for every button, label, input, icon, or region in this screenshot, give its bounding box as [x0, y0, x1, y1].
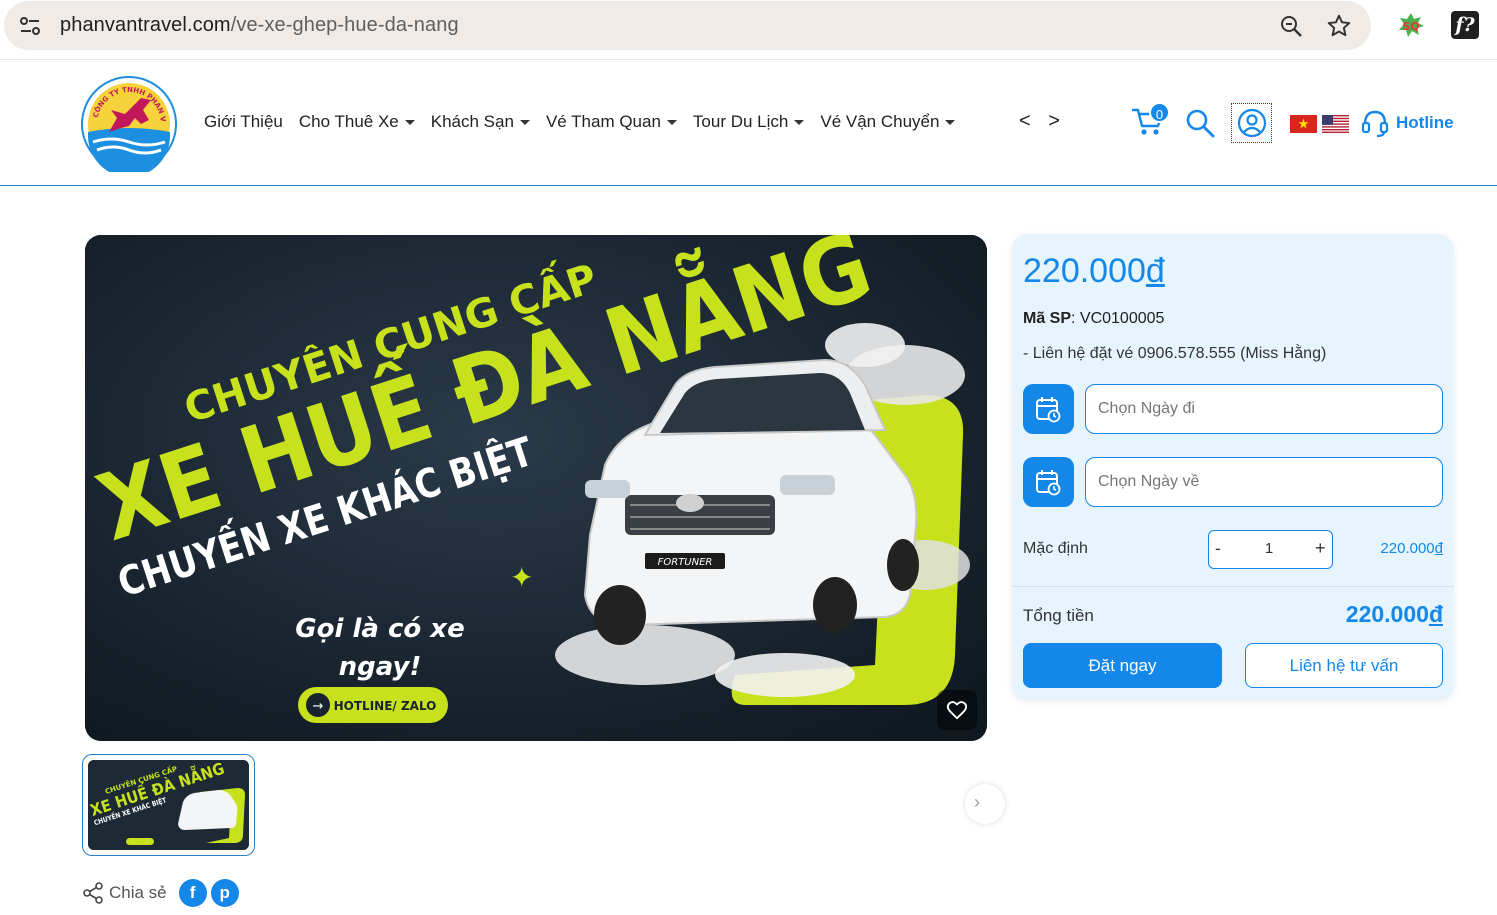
total-value: 220.000đ: [1346, 601, 1443, 628]
contact-consult-button[interactable]: Liên hệ tư vấn: [1245, 643, 1443, 688]
hotline-link[interactable]: Hotline: [1360, 108, 1454, 138]
nav-item-gioi-thieu[interactable]: Giới Thiệu: [204, 112, 283, 132]
booking-panel: 220.000đ Mã SP: VC0100005 - Liên hệ đặt …: [1012, 234, 1454, 700]
nav-item-ve-tham-quan[interactable]: Vé Tham Quan: [546, 112, 677, 132]
thumbnail-1[interactable]: CHUYÊN CUNG CẤP XE HUẾ ĐÀ NẴNG CHUYẾN XE…: [82, 754, 255, 856]
depart-calendar-button[interactable]: [1023, 384, 1074, 434]
search-icon[interactable]: [1185, 108, 1215, 138]
extension-icon[interactable]: SQ: [1397, 11, 1425, 39]
return-date-input[interactable]: [1085, 457, 1443, 507]
nav-item-khach-san[interactable]: Khách Sạn: [431, 112, 530, 132]
address-bar[interactable]: phanvantravel.com/ve-xe-ghep-hue-da-nang: [4, 1, 1371, 50]
caret-down-icon: [945, 119, 956, 125]
product-main-image[interactable]: FORTUNER ✦ CHUYÊN CUNG CẤP XE HUẾ ĐÀ NẴN…: [85, 235, 987, 741]
banner-cta: Gọi là có xe: [295, 614, 464, 644]
divider: [1012, 586, 1454, 587]
contact-note: - Liên hệ đặt vé 0906.578.555 (Miss Hằng…: [1023, 345, 1327, 362]
svg-text:→: →: [313, 699, 324, 714]
account-button[interactable]: [1231, 103, 1272, 143]
url-host: phanvantravel.com: [60, 14, 231, 36]
share-icon: [83, 882, 103, 904]
vietnam-flag-icon[interactable]: [1290, 115, 1317, 133]
headset-icon: [1361, 110, 1389, 138]
nav-item-ve-van-chuyen[interactable]: Vé Vận Chuyển: [820, 112, 956, 132]
quantity-increase-button[interactable]: +: [1315, 538, 1326, 559]
calendar-icon: [1036, 397, 1061, 423]
user-icon: [1237, 108, 1267, 138]
total-amount: 220.000: [1345, 601, 1429, 627]
banner-cta2: ngay!: [339, 652, 422, 682]
quantity-decrease-button[interactable]: -: [1215, 539, 1221, 559]
depart-date-input[interactable]: [1085, 384, 1443, 434]
nav-label: Giới Thiệu: [204, 112, 283, 131]
banner-graphic: FORTUNER ✦ CHUYÊN CUNG CẤP XE HUẾ ĐÀ NẴN…: [85, 235, 987, 741]
svg-text:SQ: SQ: [1402, 20, 1419, 33]
heart-icon: [946, 701, 968, 720]
nav-label: Khách Sạn: [430, 112, 514, 131]
thumbnail-image: CHUYÊN CUNG CẤP XE HUẾ ĐÀ NẴNG CHUYẾN XE…: [88, 760, 249, 850]
chevron-right-icon: ›: [974, 792, 980, 812]
zoom-icon[interactable]: [1279, 14, 1303, 38]
sku-value: : VC0100005: [1071, 310, 1165, 327]
cart-count-badge: 0: [1149, 102, 1170, 123]
product-sku: Mã SP: VC0100005: [1023, 310, 1164, 328]
caret-down-icon: [666, 119, 677, 125]
caret-down-icon: [519, 119, 530, 125]
svg-text:✦: ✦: [510, 561, 533, 594]
nav-label: Tour Du Lịch: [692, 112, 789, 131]
main-nav: Giới Thiệu Cho Thuê Xe Khách Sạn Vé Tham…: [204, 112, 971, 132]
book-now-button[interactable]: Đặt ngay: [1023, 643, 1222, 688]
sku-label: Mã SP: [1023, 310, 1072, 327]
us-flag-icon[interactable]: [1322, 115, 1349, 133]
url-path: /ve-xe-ghep-hue-da-nang: [230, 14, 459, 36]
site-header: CÔNG TY TNHH PHAN VĂN Giới Thiệu Cho Thu…: [0, 60, 1497, 186]
quantity-stepper: - 1 +: [1208, 530, 1333, 569]
nav-label: Cho Thuê Xe: [298, 112, 399, 131]
share-label: Chia sẻ: [109, 883, 167, 902]
pinterest-share-button[interactable]: p: [210, 879, 239, 907]
product-price: 220.000đ: [1023, 252, 1165, 291]
line-price: 220.000đ: [1380, 540, 1443, 557]
return-calendar-button[interactable]: [1023, 457, 1074, 507]
nav-item-cho-thue-xe[interactable]: Cho Thuê Xe: [299, 112, 415, 132]
quantity-value[interactable]: 1: [1259, 540, 1279, 557]
nav-label: Vé Tham Quan: [545, 112, 661, 131]
site-info-icon[interactable]: [18, 14, 42, 38]
car-plate: FORTUNER: [658, 557, 713, 568]
price-value: 220.000: [1023, 252, 1146, 290]
total-currency: đ: [1428, 601, 1443, 627]
nav-label: Vé Vận Chuyển: [820, 112, 940, 131]
hotline-label: Hotline: [1396, 113, 1454, 132]
caret-down-icon: [794, 119, 805, 125]
font-extension-icon[interactable]: f?: [1451, 11, 1479, 39]
bookmark-star-icon[interactable]: [1326, 13, 1352, 39]
line-price-currency: đ: [1434, 540, 1443, 557]
nav-scroll-arrows[interactable]: < >: [1019, 110, 1066, 133]
company-logo[interactable]: CÔNG TY TNHH PHAN VĂN: [81, 76, 177, 172]
nav-item-tour-du-lich[interactable]: Tour Du Lịch: [692, 112, 805, 132]
facebook-share-button[interactable]: f: [178, 879, 207, 907]
ticket-type-label: Mặc định: [1023, 540, 1088, 557]
thumbnail-next-button[interactable]: ›: [965, 784, 1005, 824]
line-price-value: 220.000: [1380, 540, 1435, 557]
calendar-icon: [1036, 470, 1061, 496]
banner-hotline-button: HOTLINE/ ZALO: [334, 699, 437, 713]
browser-toolbar: phanvantravel.com/ve-xe-ghep-hue-da-nang…: [0, 0, 1497, 60]
total-label: Tổng tiền: [1023, 606, 1094, 625]
url-text[interactable]: phanvantravel.com/ve-xe-ghep-hue-da-nang: [60, 14, 459, 37]
wishlist-button[interactable]: [937, 690, 977, 730]
share-bar: Chia sẻ f p: [82, 879, 243, 907]
price-currency: đ: [1145, 252, 1165, 290]
caret-down-icon: [404, 119, 415, 125]
